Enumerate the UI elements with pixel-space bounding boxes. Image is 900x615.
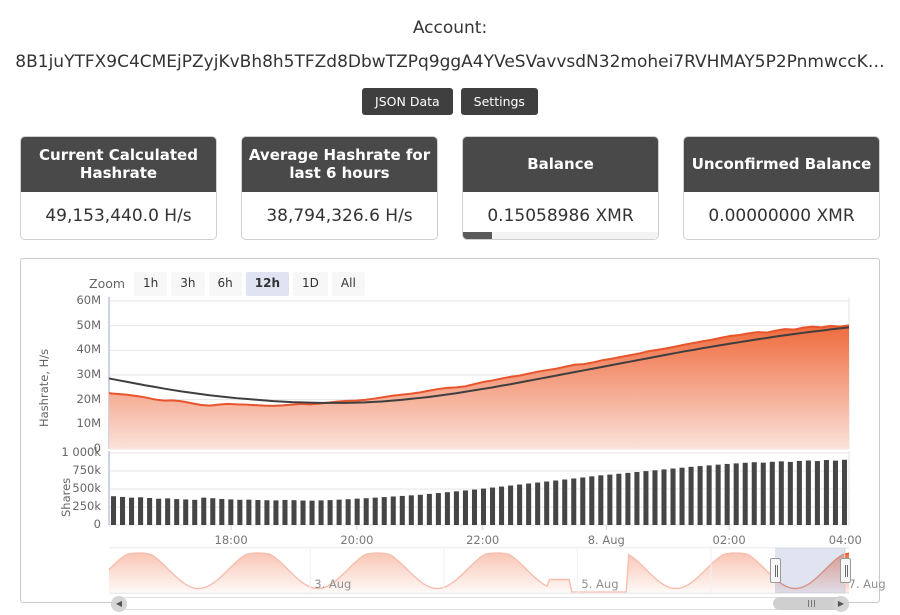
stat-card-title: Unconfirmed Balance xyxy=(684,137,879,192)
navigator-handle-left[interactable] xyxy=(770,558,781,583)
settings-button[interactable]: Settings xyxy=(461,88,538,115)
hashrate-plot xyxy=(21,295,881,470)
stat-card: Unconfirmed Balance0.00000000 XMR xyxy=(683,136,880,240)
x-tick-label: 22:00 xyxy=(443,533,523,547)
stat-card-row: Current Calculated Hashrate49,153,440.0 … xyxy=(20,136,880,240)
navigator-handle-right[interactable] xyxy=(840,558,851,583)
zoom-range-1h[interactable]: 1h xyxy=(134,272,167,296)
navigator-date-label: 5. Aug xyxy=(581,577,618,591)
page-root: Account: 8B1juYTFX9C4CMEjPZyjKvBh8h5TFZd… xyxy=(0,0,900,615)
x-tick-label: 02:00 xyxy=(689,533,769,547)
stat-card: Current Calculated Hashrate49,153,440.0 … xyxy=(20,136,217,240)
x-tick-label: 18:00 xyxy=(191,533,271,547)
balance-progress-fill xyxy=(463,232,492,239)
shares-chart[interactable]: Shares 0250k500k750k1 000k 18:0020:0022:… xyxy=(21,449,881,549)
chart-navigator[interactable]: 3. Aug5. Aug7. Aug ◀ ▶ xyxy=(21,546,881,604)
stat-card-value: 0.00000000 XMR xyxy=(684,192,879,239)
zoom-range-3h[interactable]: 3h xyxy=(171,272,204,296)
stat-card-title: Current Calculated Hashrate xyxy=(21,137,216,192)
x-tick-label: 04:00 xyxy=(805,533,885,547)
stat-card-value: 49,153,440.0 H/s xyxy=(21,192,216,239)
zoom-range-1d[interactable]: 1D xyxy=(293,272,328,296)
stat-card-title: Balance xyxy=(463,137,658,192)
page-title: Account: xyxy=(0,18,900,38)
zoom-range-all[interactable]: All xyxy=(332,272,365,296)
x-tick-label: 8. Aug xyxy=(566,533,646,547)
zoom-range-6h[interactable]: 6h xyxy=(209,272,242,296)
stat-card-value: 38,794,326.6 H/s xyxy=(242,192,437,239)
stat-card: Balance0.15058986 XMR xyxy=(462,136,659,240)
stat-card: Average Hashrate for last 6 hours38,794,… xyxy=(241,136,438,240)
json-data-button[interactable]: JSON Data xyxy=(362,88,453,115)
x-tick-label: 20:00 xyxy=(317,533,397,547)
stat-card-title: Average Hashrate for last 6 hours xyxy=(242,137,437,192)
zoom-range-controls: Zoom 1h3h6h12h1DAll xyxy=(89,272,369,296)
navigator-scrollbar-track[interactable] xyxy=(121,597,837,610)
header-button-row: JSON Data Settings xyxy=(0,88,900,115)
hashrate-chart[interactable]: Hashrate, H/s 010M20M30M40M50M60M xyxy=(21,295,881,470)
chart-panel: Zoom 1h3h6h12h1DAll Hashrate, H/s 010M20… xyxy=(20,258,880,603)
account-address: 8B1juYTFX9C4CMEjPZyjKvBh8h5TFZd8DbwTZPq9… xyxy=(0,52,900,72)
navigator-date-label: 7. Aug xyxy=(849,577,886,591)
zoom-range-12h[interactable]: 12h xyxy=(246,272,289,296)
zoom-label: Zoom xyxy=(89,276,125,291)
navigator-plot xyxy=(21,546,881,604)
scroll-left-arrow-button[interactable]: ◀ xyxy=(111,596,127,612)
navigator-date-label: 3. Aug xyxy=(314,577,351,591)
balance-progress-bar xyxy=(463,232,658,239)
scroll-right-arrow-button[interactable]: ▶ xyxy=(833,596,849,612)
triangle-right-icon: ▶ xyxy=(838,600,844,608)
triangle-left-icon: ◀ xyxy=(116,600,122,608)
